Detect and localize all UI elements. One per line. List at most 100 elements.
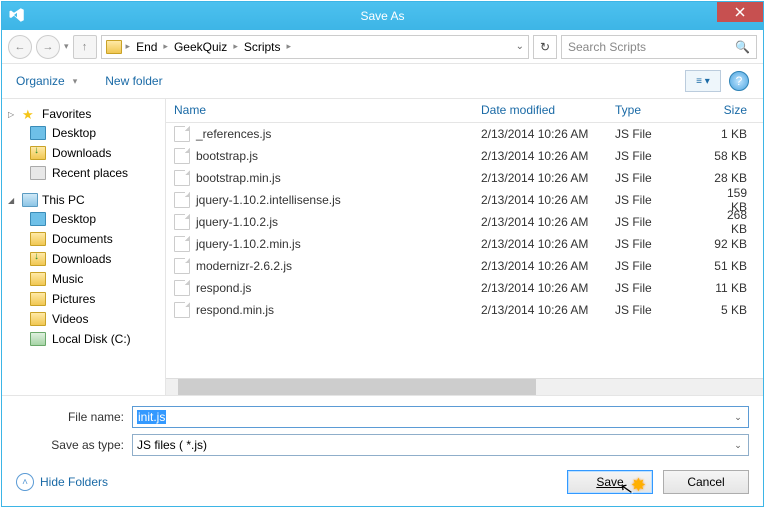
sidebar-item-local-disk-c[interactable]: Local Disk (C:) [2,329,165,349]
file-date: 2/13/2014 10:26 AM [473,299,607,321]
horizontal-scrollbar[interactable] [166,378,763,395]
file-row[interactable]: jquery-1.10.2.min.js 2/13/2014 10:26 AMJS… [166,233,763,255]
file-size: 51 KB [703,255,763,277]
file-name: modernizr-2.6.2.js [196,259,292,273]
back-button[interactable]: ← [8,35,32,59]
file-type: JS File [607,145,703,167]
sidebar-item-recent-places[interactable]: Recent places [2,163,165,183]
js-file-icon [174,258,190,274]
desktop-icon [30,126,46,140]
address-dropdown-icon[interactable]: ⌄ [516,41,524,52]
sidebar-group-thispc[interactable]: ◢ This PC [2,191,165,209]
chevron-right-icon: ▸ [126,41,131,52]
filename-label: File name: [16,410,124,424]
file-size: 1 KB [703,123,763,145]
sidebar-group-favorites[interactable]: ▷ ★ Favorites [2,105,165,123]
organize-button[interactable]: Organize [16,74,65,88]
file-type: JS File [607,123,703,145]
save-type-value: JS files ( *.js) [137,438,207,452]
sidebar-item-downloads[interactable]: Downloads [2,249,165,269]
nav-row: ← → ▾ ↑ ▸ End ▸ GeekQuiz ▸ Scripts ▸ ⌄ ↻… [2,30,763,64]
file-name: respond.js [196,281,251,295]
js-file-icon [174,236,190,252]
titlebar: Save As [2,2,763,30]
folder-icon [30,292,46,306]
recent-dropdown-icon[interactable]: ▾ [64,41,69,52]
file-row[interactable]: bootstrap.js2/13/2014 10:26 AMJS File58 … [166,145,763,167]
save-type-select[interactable]: JS files ( *.js) ⌄ [132,434,749,456]
file-pane: Name Date modified Type Size _references… [166,99,763,395]
js-file-icon [174,170,190,186]
file-row[interactable]: jquery-1.10.2.intellisense.js2/13/2014 1… [166,189,763,211]
folder-icon [106,40,122,54]
downloads-icon [30,252,46,266]
sidebar-item-desktop[interactable]: Desktop [2,123,165,143]
hide-folders-button[interactable]: ˄ Hide Folders [16,473,108,491]
file-list[interactable]: _references.js2/13/2014 10:26 AMJS File1… [166,123,763,378]
search-input[interactable]: Search Scripts 🔍 [561,35,757,59]
save-type-label: Save as type: [16,438,124,452]
dialog-title: Save As [360,9,404,23]
file-name: respond.min.js [196,303,274,317]
column-size[interactable]: Size [703,99,763,122]
file-type: JS File [607,255,703,277]
breadcrumb[interactable]: GeekQuiz [172,40,229,54]
breadcrumb[interactable]: End [134,40,159,54]
js-file-icon [174,280,190,296]
save-button[interactable]: Save ✸ [567,470,653,494]
cancel-button[interactable]: Cancel [663,470,749,494]
bottom-panel: File name: init.js ⌄ Save as type: JS fi… [2,396,763,506]
sidebar-item-pictures[interactable]: Pictures [2,289,165,309]
sidebar-item-downloads[interactable]: Downloads [2,143,165,163]
address-bar[interactable]: ▸ End ▸ GeekQuiz ▸ Scripts ▸ ⌄ [101,35,529,59]
sidebar-item-videos[interactable]: Videos [2,309,165,329]
file-name: jquery-1.10.2.min.js [196,237,301,251]
chevron-down-icon[interactable]: ⌄ [730,409,746,425]
new-folder-button[interactable]: New folder [105,74,162,88]
expand-icon: ◢ [8,196,18,205]
chevron-down-icon[interactable]: ⌄ [730,437,746,453]
up-button[interactable]: ↑ [73,35,97,59]
file-name: jquery-1.10.2.js [196,215,278,229]
file-date: 2/13/2014 10:26 AM [473,123,607,145]
refresh-button[interactable]: ↻ [533,35,557,59]
file-row[interactable]: respond.min.js2/13/2014 10:26 AMJS File5… [166,299,763,321]
filename-input[interactable]: init.js ⌄ [132,406,749,428]
file-date: 2/13/2014 10:26 AM [473,277,607,299]
close-button[interactable] [717,2,763,22]
visual-studio-icon [8,6,26,24]
file-name: jquery-1.10.2.intellisense.js [196,193,341,207]
save-as-dialog: Save As ← → ▾ ↑ ▸ End ▸ GeekQuiz ▸ Scrip… [1,1,764,507]
sidebar: ▷ ★ Favorites Desktop Downloads Recent p… [2,99,166,395]
file-date: 2/13/2014 10:26 AM [473,233,607,255]
help-button[interactable]: ? [729,71,749,91]
file-type: JS File [607,189,703,211]
chevron-down-icon[interactable]: ▾ [73,76,78,87]
file-type: JS File [607,299,703,321]
sidebar-item-music[interactable]: Music [2,269,165,289]
file-type: JS File [607,233,703,255]
sidebar-item-documents[interactable]: Documents [2,229,165,249]
recent-icon [30,166,46,180]
column-type[interactable]: Type [607,99,703,122]
file-row[interactable]: respond.js2/13/2014 10:26 AMJS File11 KB [166,277,763,299]
chevron-right-icon: ▸ [163,41,168,52]
js-file-icon [174,148,190,164]
breadcrumb[interactable]: Scripts [242,40,283,54]
main-split: ▷ ★ Favorites Desktop Downloads Recent p… [2,98,763,396]
file-row[interactable]: modernizr-2.6.2.js2/13/2014 10:26 AMJS F… [166,255,763,277]
file-date: 2/13/2014 10:26 AM [473,211,607,233]
column-date[interactable]: Date modified [473,99,607,122]
file-size: 58 KB [703,145,763,167]
star-icon: ★ [22,107,38,121]
file-row[interactable]: jquery-1.10.2.js2/13/2014 10:26 AMJS Fil… [166,211,763,233]
sidebar-item-desktop[interactable]: Desktop [2,209,165,229]
forward-button[interactable]: → [36,35,60,59]
scrollbar-thumb[interactable] [178,379,536,395]
file-name: bootstrap.js [196,149,258,163]
pc-icon [22,193,38,207]
view-options-button[interactable]: ≡ ▾ [685,70,721,92]
file-row[interactable]: bootstrap.min.js2/13/2014 10:26 AMJS Fil… [166,167,763,189]
file-row[interactable]: _references.js2/13/2014 10:26 AMJS File1… [166,123,763,145]
column-name[interactable]: Name [166,99,473,122]
